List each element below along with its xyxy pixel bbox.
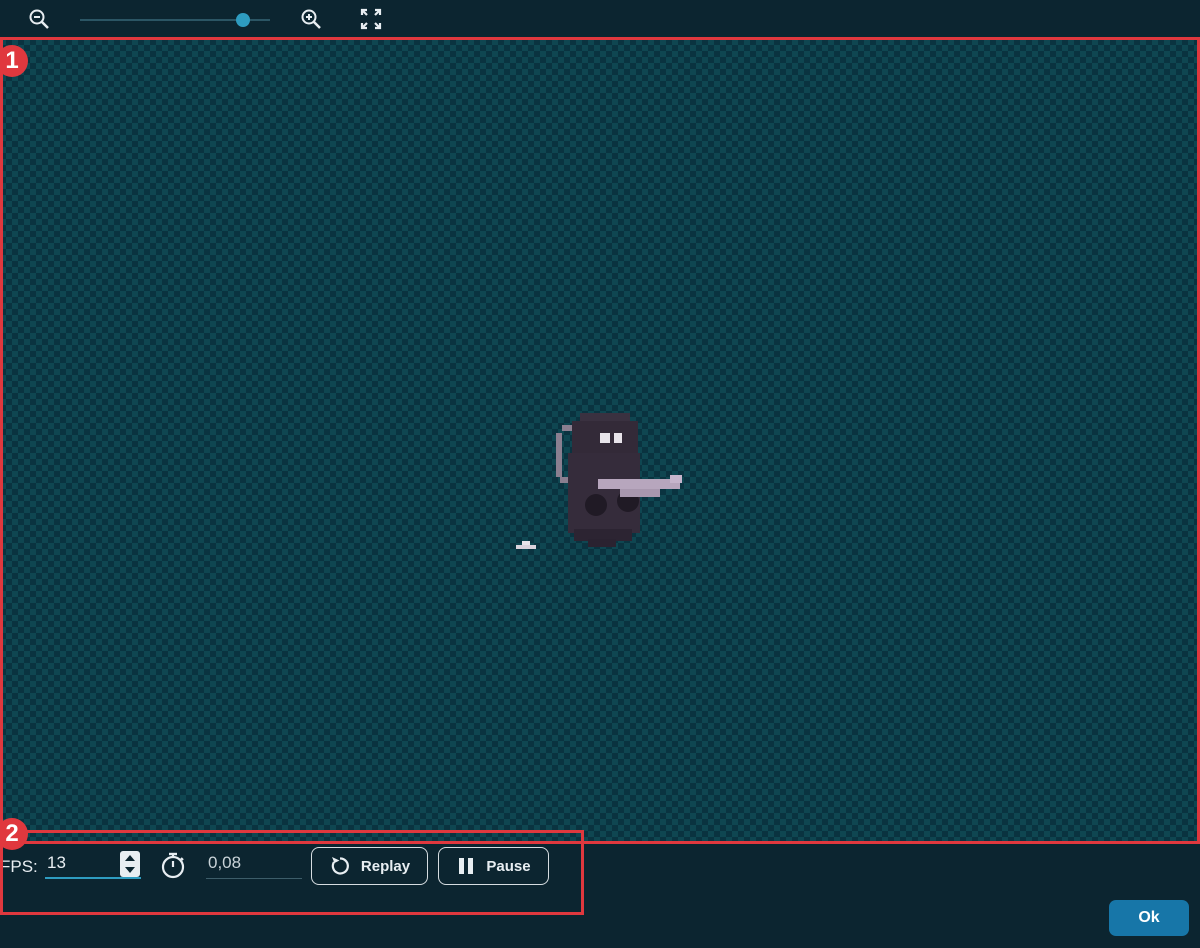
sprite-preview — [516, 413, 682, 549]
ok-label: Ok — [1138, 909, 1160, 926]
replay-button[interactable]: Replay — [311, 847, 428, 885]
replay-icon — [331, 857, 349, 875]
fps-input[interactable] — [45, 849, 117, 877]
zoom-slider-thumb[interactable] — [236, 13, 251, 27]
spinner-down-icon[interactable] — [125, 867, 135, 873]
zoom-in-icon[interactable] — [298, 6, 324, 32]
spinner-up-icon[interactable] — [125, 855, 135, 861]
fps-label: FPS: — [0, 857, 38, 876]
frame-duration-field — [206, 849, 302, 879]
zoom-toolbar — [0, 0, 1200, 38]
zoom-slider[interactable] — [80, 10, 270, 30]
replay-label: Replay — [360, 857, 411, 875]
animation-preview-canvas — [0, 39, 1200, 842]
fps-spinner[interactable] — [120, 851, 140, 877]
animation-preview-dialog: FPS: Replay Pause Ok 1 2 — [0, 0, 1200, 948]
ok-button[interactable]: Ok — [1109, 900, 1189, 936]
pause-icon — [459, 858, 474, 874]
zoom-out-icon[interactable] — [26, 6, 52, 32]
expand-arrows-icon[interactable] — [358, 6, 384, 32]
pause-label: Pause — [486, 857, 531, 875]
stopwatch-icon — [161, 852, 185, 879]
pause-button[interactable]: Pause — [438, 847, 549, 885]
frame-duration-input[interactable] — [206, 849, 298, 877]
